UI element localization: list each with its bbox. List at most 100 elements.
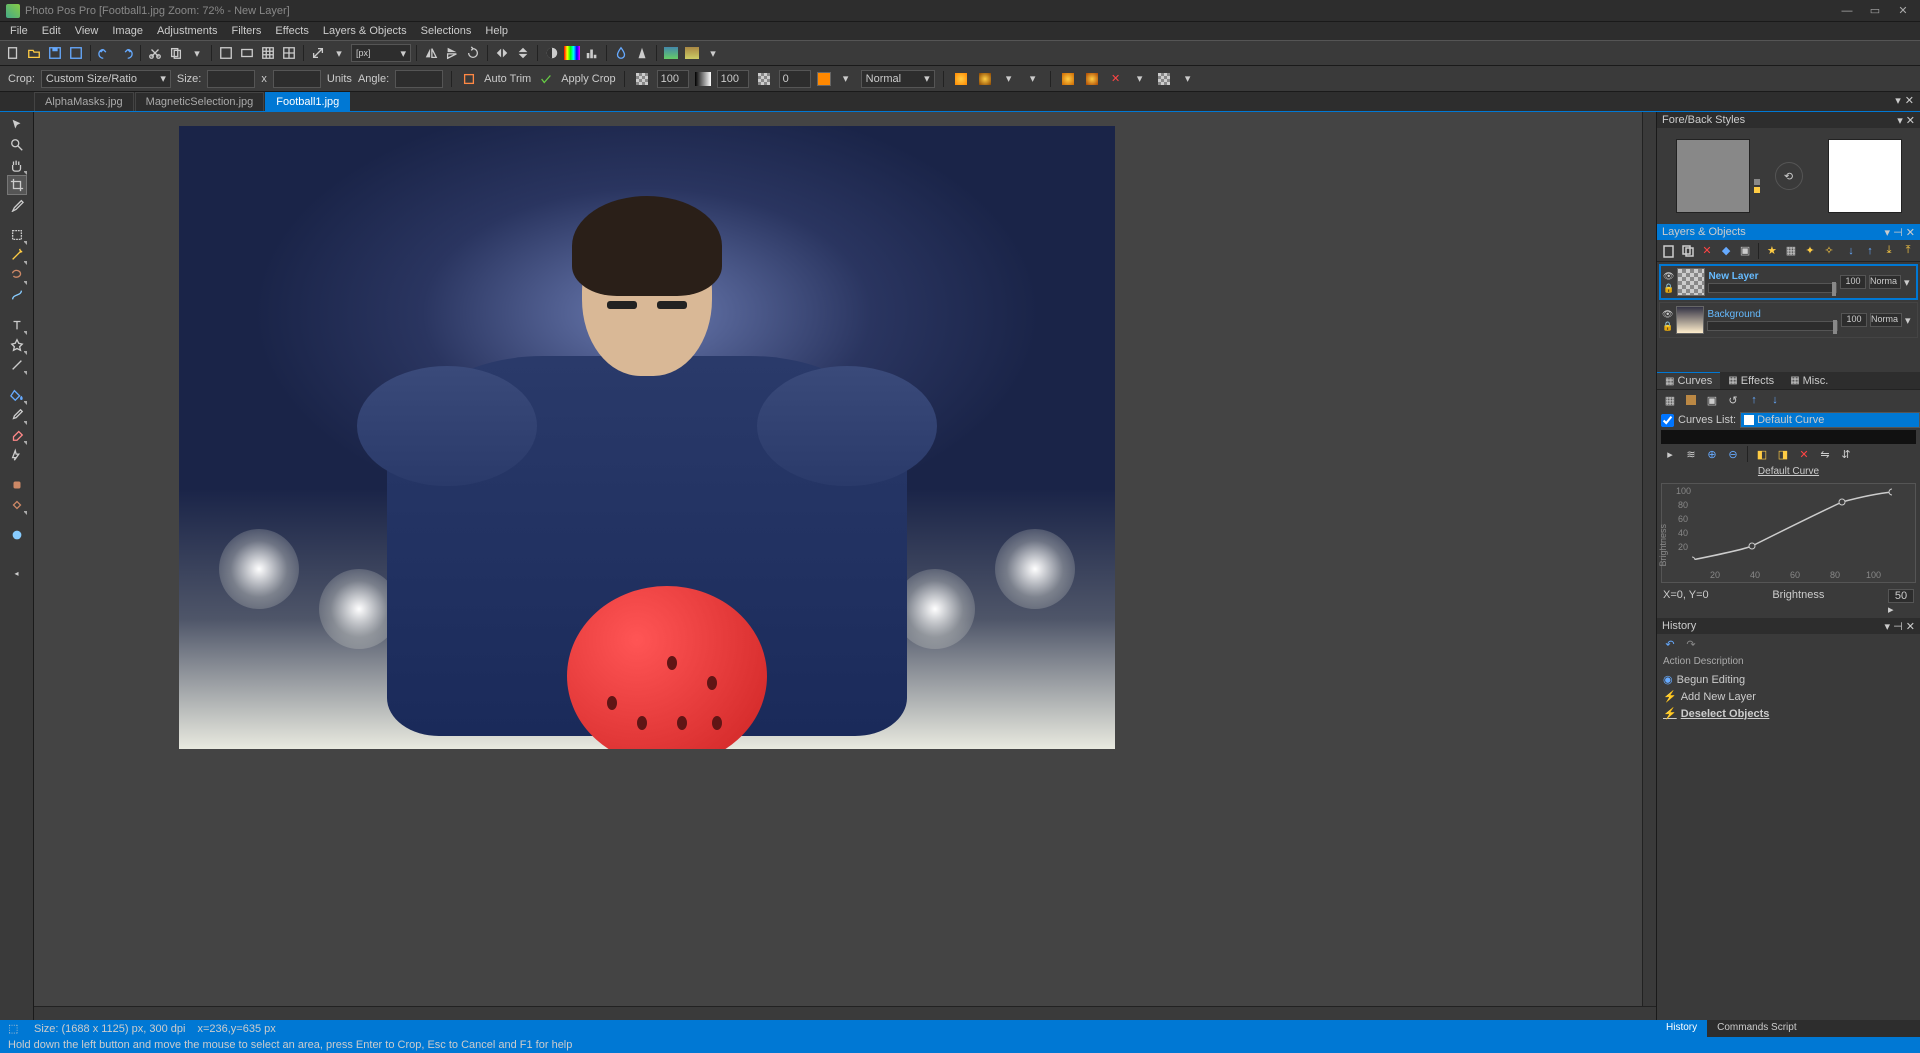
lock-icon[interactable]: 🔒	[1663, 283, 1674, 294]
tab-menu-icon[interactable]: ▾	[1895, 94, 1901, 107]
grid-icon[interactable]	[259, 44, 277, 62]
patch-tool-icon[interactable]	[8, 496, 26, 514]
canvas-icon[interactable]: ▾	[330, 44, 348, 62]
script-bottom-tab[interactable]: Commands Script	[1707, 1020, 1806, 1037]
remove-point-icon[interactable]: ⊖	[1724, 445, 1742, 463]
zoom-tool-icon[interactable]	[8, 136, 26, 154]
resize-icon[interactable]	[309, 44, 327, 62]
curve-delete-icon[interactable]: ✕	[1795, 445, 1813, 463]
path-tool-icon[interactable]	[8, 286, 26, 304]
menu-filters[interactable]: Filters	[225, 23, 267, 39]
panel-close-icon[interactable]: ✕	[1906, 115, 1915, 127]
more2-dropdown[interactable]: ▾	[1179, 70, 1197, 88]
panel-menu-icon[interactable]: ▾	[1885, 621, 1891, 633]
menu-image[interactable]: Image	[106, 23, 149, 39]
applycrop-label[interactable]: Apply Crop	[561, 73, 615, 85]
blend-mode[interactable]: Norma	[1870, 313, 1902, 327]
layer-item[interactable]: 👁🔒New Layer100Norma▾	[1659, 264, 1918, 300]
redo-icon[interactable]	[117, 44, 135, 62]
checker2-icon[interactable]	[1155, 70, 1173, 88]
delete-icon[interactable]: ✕	[1107, 70, 1125, 88]
flatten-icon[interactable]: ▣	[1737, 242, 1753, 260]
opacity-slider[interactable]	[1708, 283, 1837, 293]
history-redo-icon[interactable]: ↷	[1682, 635, 1700, 653]
tab-close-icon[interactable]: ✕	[1905, 94, 1914, 107]
fit-icon[interactable]	[217, 44, 235, 62]
brush-tool-icon[interactable]	[8, 406, 26, 424]
eye-icon[interactable]: 👁	[1663, 271, 1674, 282]
menu-edit[interactable]: Edit	[36, 23, 67, 39]
panel-close-icon[interactable]: ✕	[1906, 227, 1915, 239]
canvas-area[interactable]	[34, 112, 1656, 1020]
lock-icon[interactable]: 🔒	[1662, 321, 1673, 332]
align-icon[interactable]: ▾	[1000, 70, 1018, 88]
val3-field[interactable]: 0	[779, 70, 811, 88]
autotrim-label[interactable]: Auto Trim	[484, 73, 531, 85]
levels-icon[interactable]	[583, 44, 601, 62]
autotrim-icon[interactable]	[460, 70, 478, 88]
history-undo-icon[interactable]: ↶	[1661, 635, 1679, 653]
close-button[interactable]: ✕	[1892, 4, 1914, 18]
units-combo[interactable]: [px]▾	[351, 44, 411, 62]
mini-swatch[interactable]	[1754, 179, 1760, 185]
move-down-icon[interactable]: ↓	[1843, 242, 1859, 260]
canvas-image[interactable]	[179, 126, 1115, 749]
color-dropdown[interactable]: ▾	[837, 70, 855, 88]
undo-icon[interactable]	[96, 44, 114, 62]
preset2-icon[interactable]: ◨	[1774, 445, 1792, 463]
flip-curve-v-icon[interactable]: ⇵	[1837, 445, 1855, 463]
eraser-tool-icon[interactable]	[8, 426, 26, 444]
hue-icon[interactable]	[564, 46, 580, 60]
applycrop-icon[interactable]	[537, 70, 555, 88]
horizontal-scrollbar[interactable]	[34, 1006, 1656, 1020]
crop-tool-icon[interactable]	[8, 176, 26, 194]
fill-tool-icon[interactable]	[8, 386, 26, 404]
flip-h-icon[interactable]	[422, 44, 440, 62]
maximize-button[interactable]: ▭	[1864, 4, 1886, 18]
cut-icon[interactable]	[146, 44, 164, 62]
curve-selector[interactable]: Default Curve	[1740, 412, 1920, 428]
point-icon[interactable]: ▸	[1661, 445, 1679, 463]
shape-tool-icon[interactable]	[8, 336, 26, 354]
layer-item[interactable]: 👁🔒Background100Norma▾	[1659, 302, 1918, 338]
more-dropdown[interactable]: ▾	[1131, 70, 1149, 88]
document-tab[interactable]: Football1.jpg	[265, 92, 350, 111]
history-item[interactable]: ⚡Add New Layer	[1659, 688, 1918, 705]
panel-menu-icon[interactable]: ▾	[1897, 115, 1903, 127]
copy-icon[interactable]	[167, 44, 185, 62]
flip-curve-h-icon[interactable]: ⇋	[1816, 445, 1834, 463]
curve-copy-icon[interactable]: ▣	[1703, 391, 1721, 409]
hand-tool-icon[interactable]	[8, 156, 26, 174]
curve-value-field[interactable]	[1888, 589, 1914, 603]
smooth-icon[interactable]: ≋	[1682, 445, 1700, 463]
layer-menu-icon[interactable]: ▾	[1905, 314, 1915, 327]
effects-tab[interactable]: ▦ Effects	[1720, 372, 1782, 389]
background-swatch[interactable]	[1828, 139, 1902, 213]
save-as-icon[interactable]	[67, 44, 85, 62]
mirror-h-icon[interactable]	[493, 44, 511, 62]
line-tool-icon[interactable]	[8, 356, 26, 374]
panel-menu-icon[interactable]: ▾	[1885, 227, 1891, 239]
menu-adjustments[interactable]: Adjustments	[151, 23, 224, 39]
panel-pin-icon[interactable]: ⊣	[1893, 621, 1903, 633]
eye-icon[interactable]: 👁	[1662, 309, 1673, 320]
curves-list-checkbox[interactable]	[1661, 414, 1674, 427]
menu-layersobjects[interactable]: Layers & Objects	[317, 23, 413, 39]
curve-new-icon[interactable]: ▦	[1661, 391, 1679, 409]
color-swatch[interactable]	[817, 72, 831, 86]
curve-down-icon[interactable]: ↓	[1766, 391, 1784, 409]
sharpen-icon[interactable]	[633, 44, 651, 62]
fx1-icon[interactable]	[952, 70, 970, 88]
add-point-icon[interactable]: ⊕	[1703, 445, 1721, 463]
panel-pin-icon[interactable]: ⊣	[1893, 227, 1903, 239]
fx3-icon[interactable]	[1059, 70, 1077, 88]
lasso-tool-icon[interactable]	[8, 266, 26, 284]
text-tool-icon[interactable]	[8, 316, 26, 334]
apply-curve-icon[interactable]: ▸	[1888, 604, 1894, 616]
history-item[interactable]: ◉Begun Editing	[1659, 671, 1918, 688]
height-field[interactable]	[273, 70, 321, 88]
actual-size-icon[interactable]	[238, 44, 256, 62]
opacity2-field[interactable]: 100	[717, 70, 749, 88]
drop-icon[interactable]	[612, 44, 630, 62]
fx-layer-icon[interactable]: ★	[1764, 242, 1780, 260]
